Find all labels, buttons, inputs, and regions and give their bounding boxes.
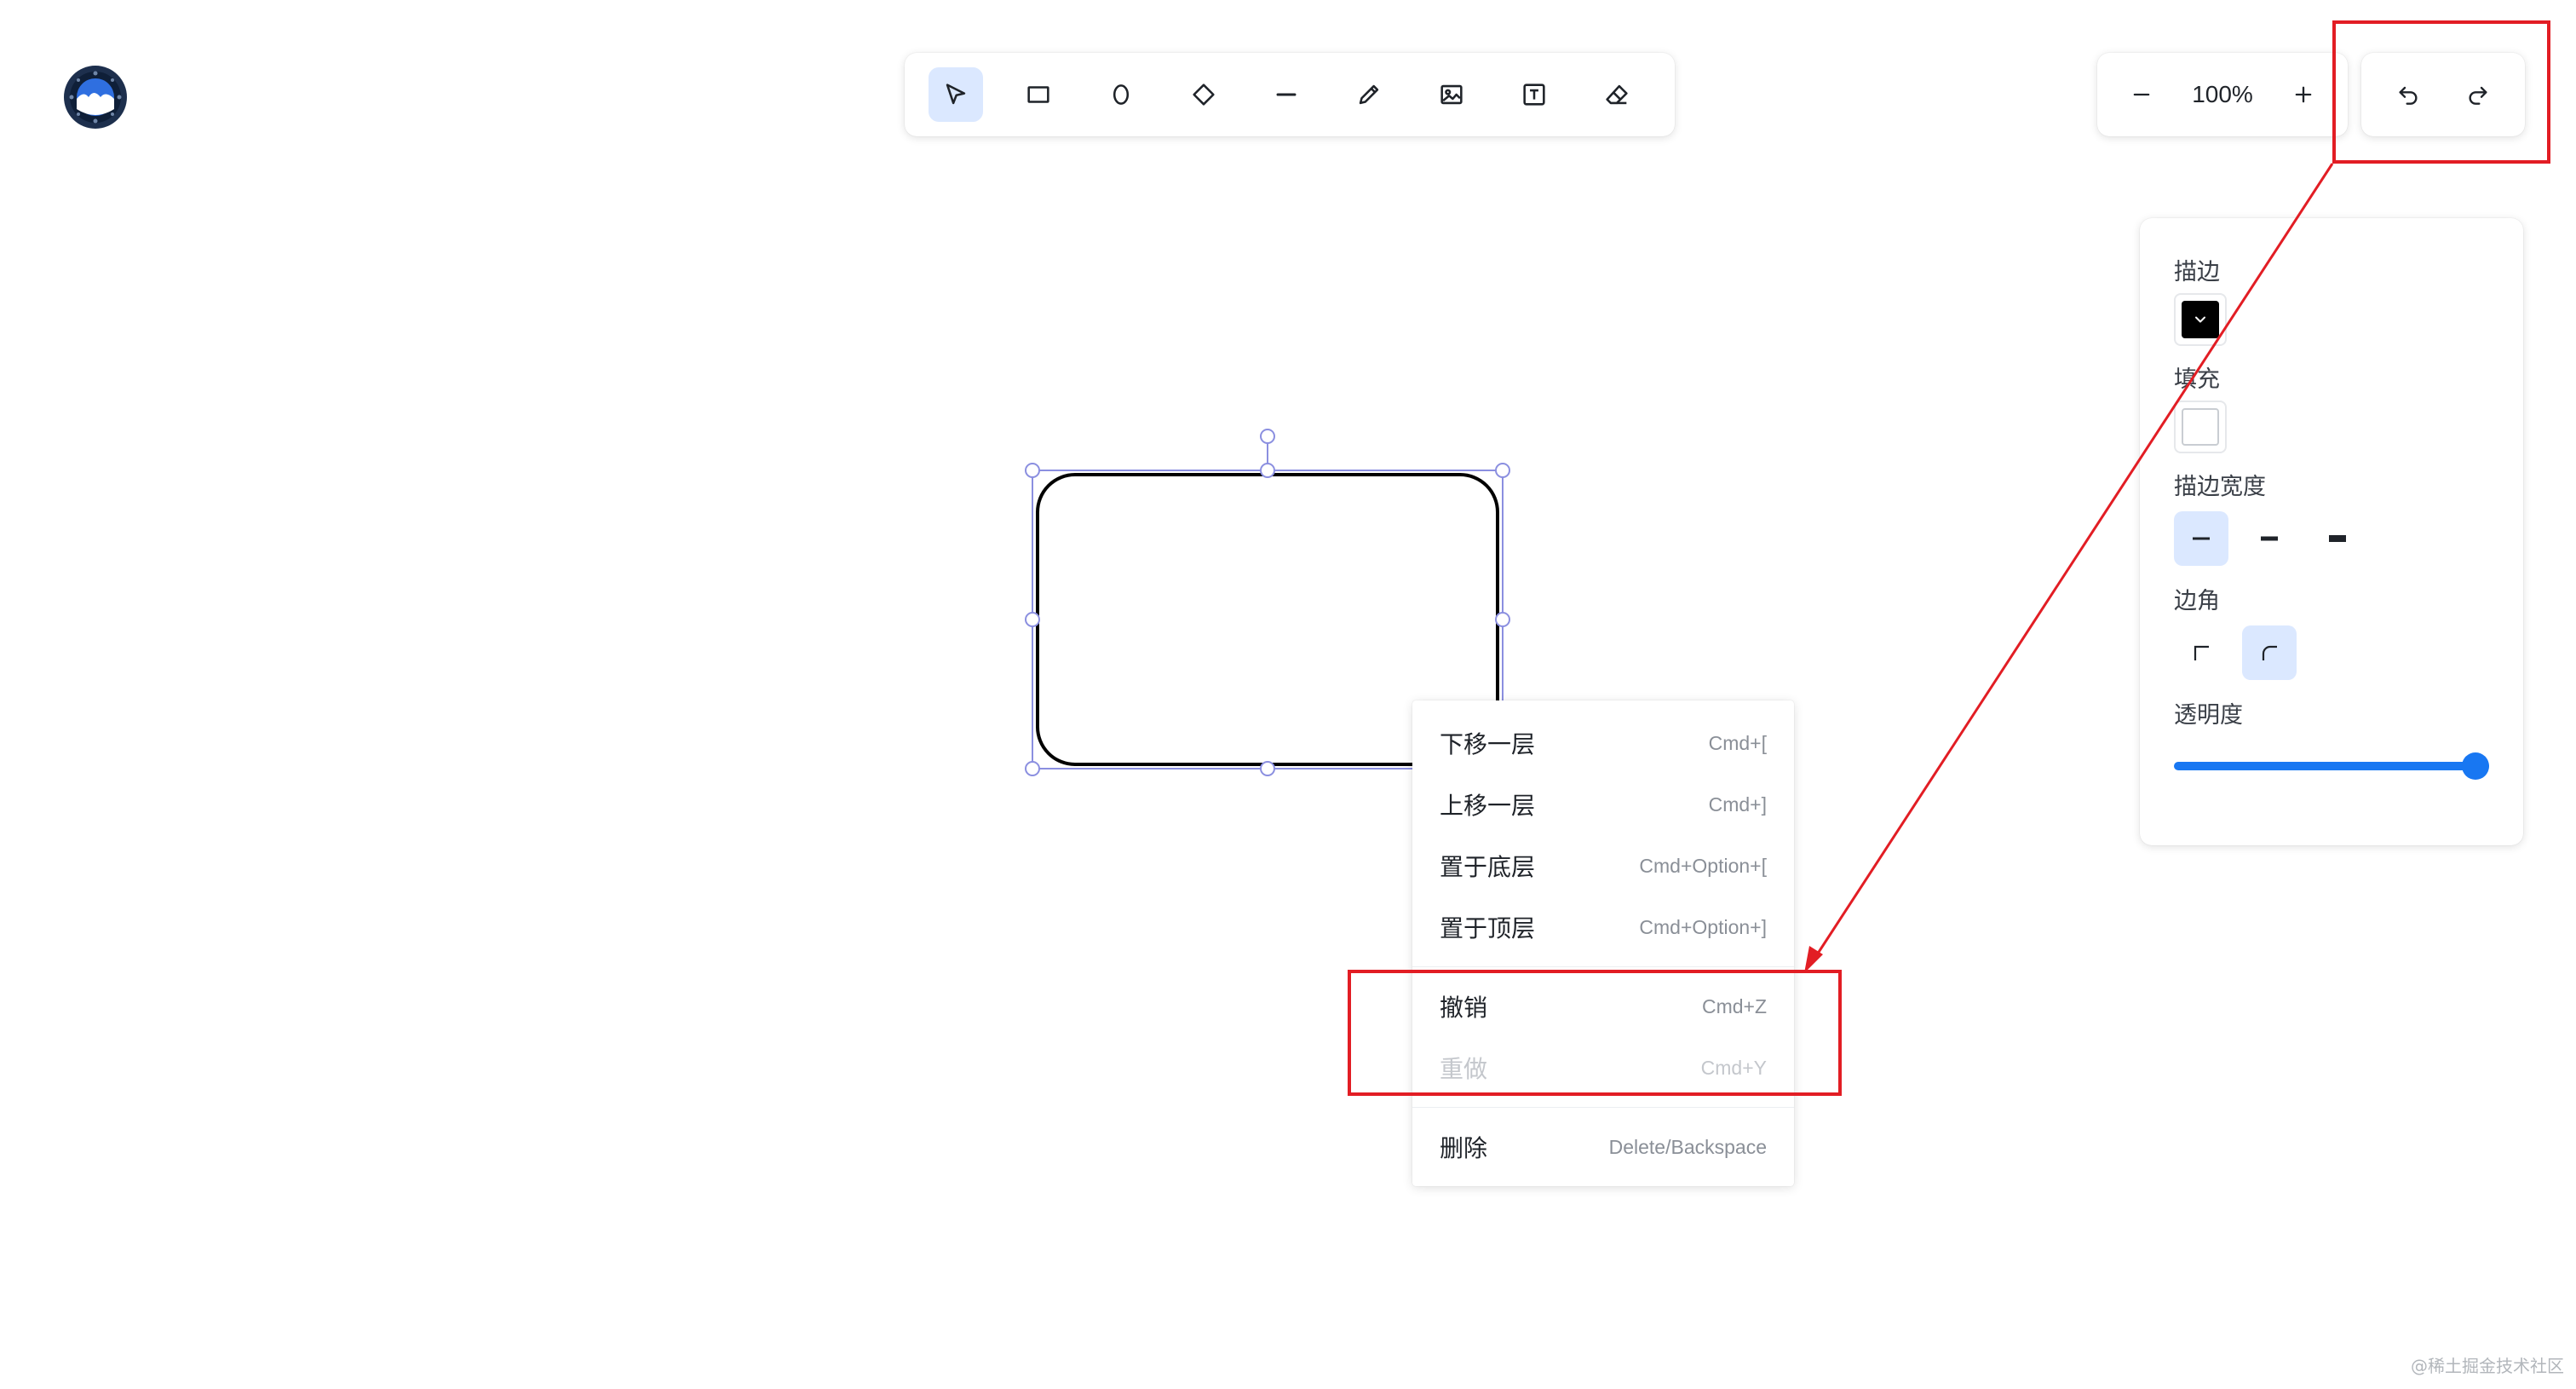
minus-icon (2133, 93, 2150, 96)
corner-round[interactable] (2242, 625, 2297, 680)
menu-send-to-back[interactable]: 置于底层 Cmd+Option+[ (1412, 835, 1794, 896)
plus-icon (2295, 86, 2312, 103)
stroke-color-picker[interactable] (2174, 293, 2227, 346)
line-icon (1276, 93, 1297, 96)
corner-label: 边角 (2174, 588, 2220, 614)
corner-options (2174, 625, 2489, 680)
tool-pencil[interactable] (1342, 67, 1396, 122)
cursor-arrow-icon (946, 84, 966, 105)
stroke-width-options (2174, 511, 2489, 566)
opacity-slider-thumb[interactable] (2462, 752, 2489, 780)
stroke-width-thin[interactable] (2174, 511, 2228, 566)
corner-sharp[interactable] (2174, 625, 2228, 680)
stroke-label: 描边 (2174, 259, 2220, 285)
image-icon (1440, 84, 1463, 105)
tool-diamond[interactable] (1176, 67, 1231, 122)
rotate-handle[interactable] (1260, 429, 1275, 444)
menu-divider (1412, 966, 1794, 967)
undo-icon (2399, 86, 2418, 105)
property-panel: 描边 填充 描边宽度 边角 透明度 (2140, 218, 2523, 845)
stroke-width-medium[interactable] (2242, 511, 2297, 566)
menu-bring-forward[interactable]: 上移一层 Cmd+] (1412, 774, 1794, 835)
menu-delete[interactable]: 删除 Delete/Backspace (1412, 1116, 1794, 1178)
opacity-slider-track (2174, 762, 2489, 770)
chevron-down-icon (2195, 316, 2205, 323)
text-box-icon (1523, 84, 1545, 106)
menu-redo[interactable]: 重做 Cmd+Y (1412, 1037, 1794, 1098)
fill-color-picker[interactable] (2174, 401, 2227, 453)
menu-bring-to-front[interactable]: 置于顶层 Cmd+Option+] (1412, 896, 1794, 958)
redo-icon (2469, 86, 2487, 105)
undo-button[interactable] (2384, 71, 2432, 118)
menu-divider (1412, 1107, 1794, 1108)
opacity-label: 透明度 (2174, 702, 2243, 729)
stroke-width-label: 描边宽度 (2174, 474, 2266, 500)
ellipse-icon (1113, 84, 1130, 105)
tool-eraser[interactable] (1590, 67, 1644, 122)
zoom-level: 100% (2192, 81, 2253, 107)
medium-line-icon (2261, 536, 2278, 541)
thick-line-icon (2329, 535, 2346, 542)
diamond-icon (1193, 84, 1215, 106)
tool-image[interactable] (1424, 67, 1479, 122)
opacity-slider[interactable] (2174, 748, 2489, 782)
round-corner-icon (2262, 645, 2277, 660)
menu-undo[interactable]: 撤销 Cmd+Z (1412, 976, 1794, 1037)
tool-bar (905, 53, 1675, 136)
pencil-icon (1359, 84, 1379, 105)
thin-line-icon (2193, 537, 2210, 540)
context-menu: 下移一层 Cmd+[ 上移一层 Cmd+] 置于底层 Cmd+Option+[ … (1412, 700, 1794, 1186)
tool-select[interactable] (929, 67, 983, 122)
stroke-width-thick[interactable] (2310, 511, 2365, 566)
watermark: @稀土掘金技术社区 (2411, 1356, 2564, 1376)
eraser-icon (1606, 84, 1628, 105)
fill-color-swatch (2182, 408, 2219, 446)
zoom-control: 100% (2097, 53, 2348, 136)
fill-label: 填充 (2174, 366, 2220, 393)
menu-send-backward[interactable]: 下移一层 Cmd+[ (1412, 712, 1794, 774)
zoom-out-button[interactable] (2123, 76, 2160, 113)
app-logo[interactable] (63, 65, 128, 130)
redo-button[interactable] (2454, 71, 2502, 118)
stroke-color-swatch (2182, 301, 2219, 338)
history-control (2361, 53, 2525, 136)
zoom-in-button[interactable] (2285, 76, 2322, 113)
tool-ellipse[interactable] (1094, 67, 1148, 122)
moon-logo-icon (64, 66, 127, 129)
tool-rectangle[interactable] (1011, 67, 1066, 122)
rectangle-icon (1027, 86, 1049, 103)
tool-text[interactable] (1507, 67, 1561, 122)
sharp-corner-icon (2194, 645, 2209, 660)
tool-line[interactable] (1259, 67, 1314, 122)
